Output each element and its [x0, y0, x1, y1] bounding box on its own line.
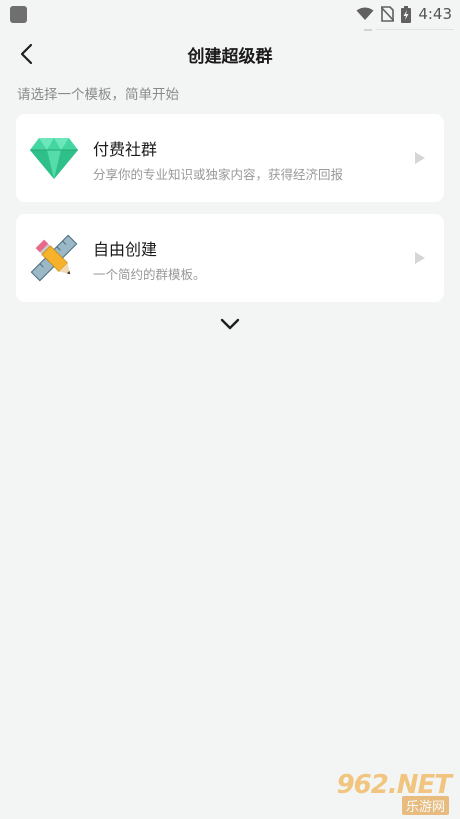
watermark-logo: 962.NET 乐游网 [320, 770, 455, 815]
status-bar: 4:43 [0, 0, 460, 31]
chevron-down-icon[interactable] [219, 316, 241, 332]
page-subtitle: 请选择一个模板，简单开始 [17, 87, 179, 103]
template-description: 一个简约的群模板。 [93, 267, 206, 282]
page-title: 创建超级群 [187, 47, 273, 67]
status-time: 4:43 [418, 5, 452, 23]
template-card-paid-community[interactable]: 付费社群 分享你的专业知识或独家内容，获得经济回报 [16, 114, 444, 202]
template-card-free-create[interactable]: 自由创建 一个简约的群模板。 [16, 214, 444, 302]
status-icons: 4:43 [356, 4, 452, 24]
play-arrow-icon [415, 252, 425, 264]
template-title: 自由创建 [93, 240, 158, 259]
diamond-icon [30, 138, 78, 179]
watermark-bottom-text: 乐游网 [401, 796, 449, 815]
template-description: 分享你的专业知识或独家内容，获得经济回报 [93, 167, 344, 182]
battery-charging-icon [401, 5, 412, 23]
no-sim-icon [381, 6, 395, 22]
play-arrow-icon [415, 152, 425, 164]
pencil-ruler-icon [30, 234, 78, 282]
template-title: 付费社群 [93, 140, 158, 159]
nav-bar: 创建超级群 [0, 32, 460, 76]
app-notification-icon [10, 6, 27, 23]
wifi-icon [356, 7, 374, 20]
